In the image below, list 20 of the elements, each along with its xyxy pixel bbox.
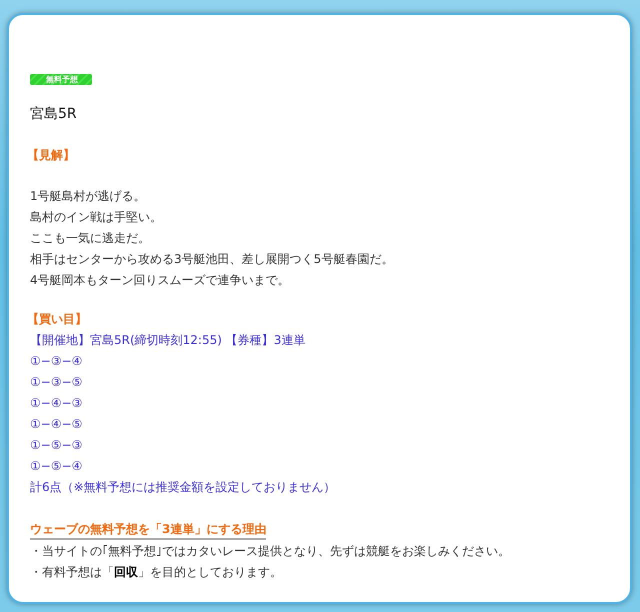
text-line: ①−⑤−④ [30, 458, 84, 475]
text-line: 4号艇岡本もターン回りスムーズで連争いまで。 [30, 272, 291, 289]
text-line: ・有料予想は「回収」を目的としております。 [30, 564, 283, 581]
text-line: ①−③−⑤ [30, 374, 84, 391]
text-line: 島村のイン戦は手堅い。 [30, 209, 163, 226]
race-title: 宮島5R [30, 105, 78, 124]
text-line: ・当サイトの｢無料予想｣ではカタいレース提供となり、先ずは競艇をお楽しみください。 [30, 543, 511, 560]
text-line: ①−⑤−③ [30, 437, 84, 454]
text-line: ここも一気に逃走だ。 [30, 230, 151, 247]
text-line: 1号艇島村が逃げる。 [30, 188, 147, 205]
text-line: 計6点（※無料予想には推奨金額を設定しておりません） [30, 479, 337, 496]
section-heading: 【買い目】 [27, 311, 88, 328]
section-heading: ウェーブの無料予想を「3連単」にする理由 [30, 521, 266, 540]
text-line: ①−④−⑤ [30, 416, 84, 433]
free-prediction-badge: 無料予想 [30, 74, 92, 85]
text-line: 【開催地】宮島5R(締切時刻12:55) 【券種】3連単 [30, 332, 306, 349]
text-line: ①−③−④ [30, 353, 84, 370]
text-line: ①−④−③ [30, 395, 84, 412]
section-heading: 【見解】 [27, 147, 76, 164]
text-line: 相手はセンターから攻める3号艇池田、差し展開つく5号艇春園だ。 [30, 251, 394, 268]
